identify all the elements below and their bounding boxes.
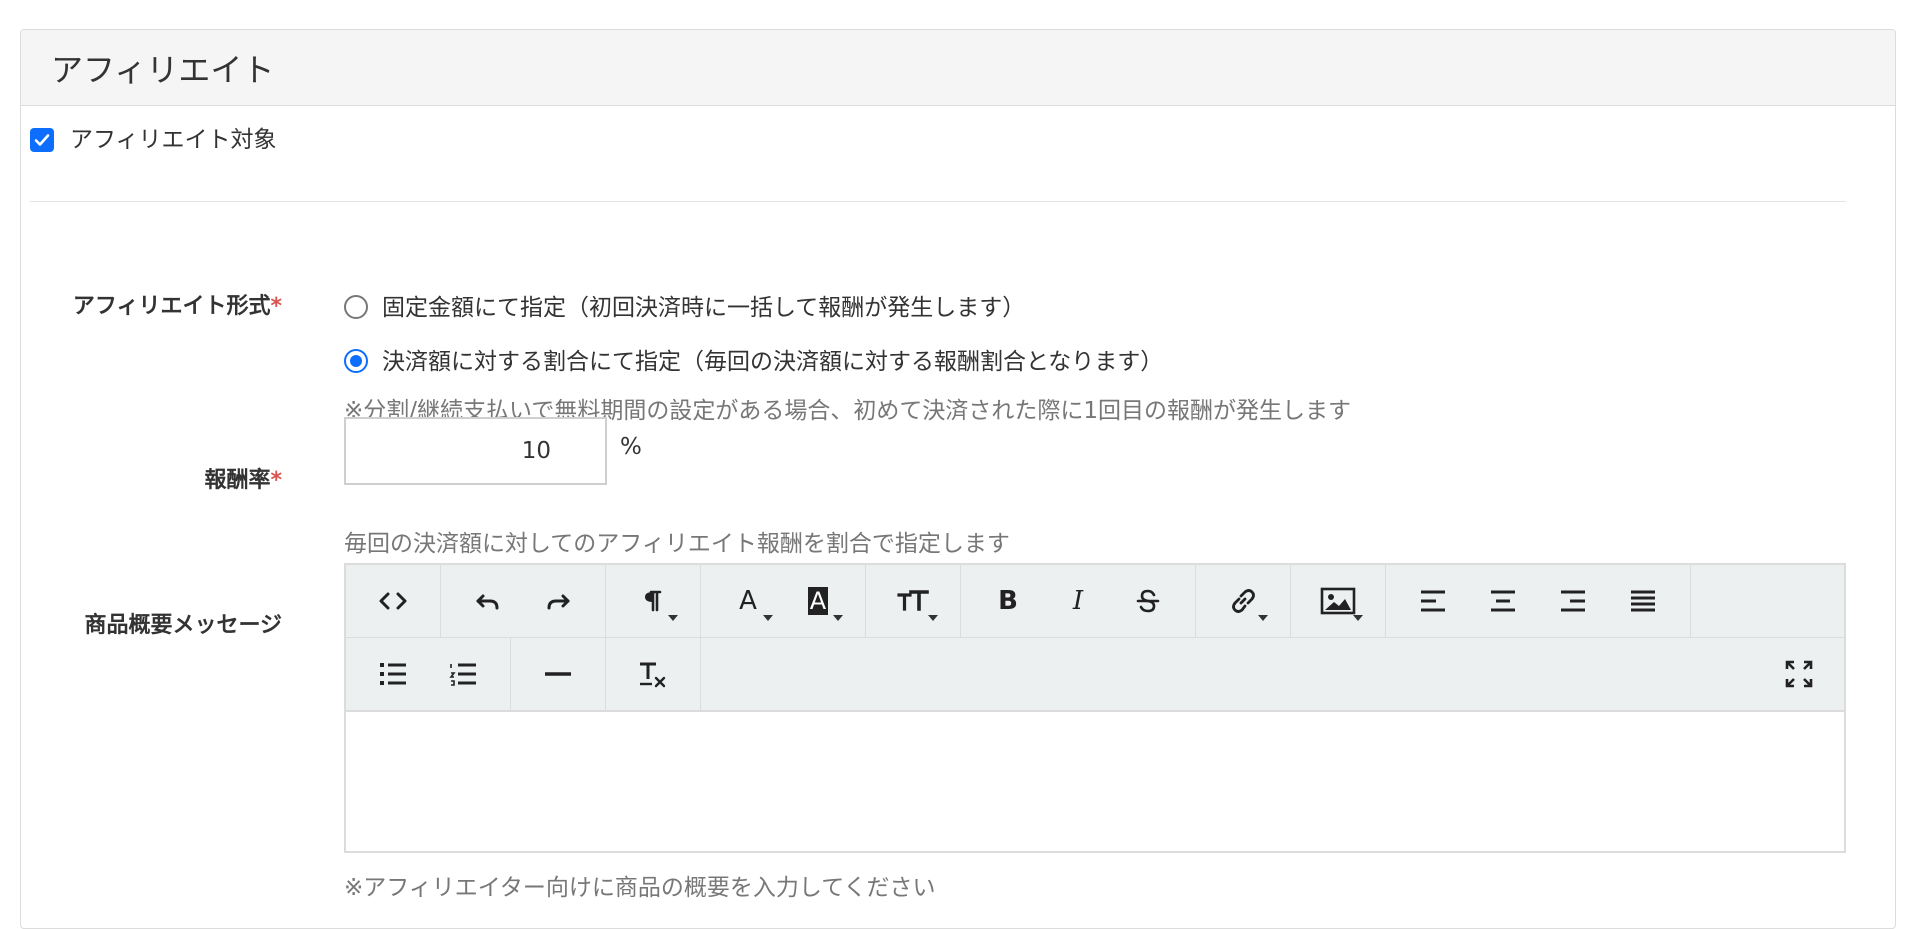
bold-button[interactable]: B (973, 565, 1043, 637)
clear-format-icon (640, 662, 666, 688)
required-mark: * (270, 468, 282, 493)
check-icon (34, 134, 50, 146)
fullscreen-icon (1785, 660, 1813, 688)
rich-text-editor: A A B I (344, 563, 1846, 853)
align-justify-icon (1631, 590, 1655, 612)
bold-icon: B (998, 586, 1018, 616)
reward-rate-help: 毎回の決済額に対してのアフィリエイト報酬を割合で指定します (344, 531, 1010, 557)
reward-rate-label: 報酬率* (0, 462, 282, 494)
horizontal-rule-icon (545, 672, 571, 676)
strikethrough-icon (1136, 589, 1160, 613)
radio-fixed-amount[interactable] (344, 295, 368, 319)
italic-icon: I (1072, 586, 1084, 616)
toolbar-row-2 (346, 637, 1844, 710)
radio-percentage-row[interactable]: 決済額に対する割合にて指定（毎回の決済額に対する報酬割合となります） (344, 342, 1163, 376)
toolbar-group-size (866, 565, 961, 637)
redo-icon (547, 594, 570, 610)
fullscreen-button[interactable] (1754, 638, 1844, 710)
panel-title: アフィリエイト (21, 30, 1895, 106)
radio-fixed-amount-label: 固定金額にて指定（初回決済時に一括して報酬が発生します） (382, 295, 1026, 321)
toolbar-group-view (346, 565, 441, 637)
dropdown-caret (833, 615, 843, 621)
affiliate-target-row[interactable]: アフィリエイト対象 (30, 120, 277, 154)
undo-button[interactable] (453, 565, 523, 637)
font-size-button[interactable] (878, 565, 948, 637)
align-left-icon (1421, 590, 1445, 612)
ordered-list-icon (449, 663, 476, 686)
link-button[interactable] (1208, 565, 1278, 637)
align-left-button[interactable] (1398, 565, 1468, 637)
align-center-button[interactable] (1468, 565, 1538, 637)
undo-icon (476, 594, 499, 610)
toolbar-group-paragraph (606, 565, 701, 637)
required-mark: * (270, 294, 282, 319)
font-color-icon: A (739, 586, 757, 616)
background-color-button[interactable]: A (783, 565, 853, 637)
strikethrough-button[interactable] (1113, 565, 1183, 637)
redo-button[interactable] (523, 565, 593, 637)
toolbar-group-image (1291, 565, 1386, 637)
unordered-list-icon (380, 663, 406, 685)
affiliate-type-label: アフィリエイト形式* (0, 288, 282, 320)
dropdown-caret (928, 615, 938, 621)
affiliate-target-checkbox[interactable] (30, 128, 54, 152)
toolbar-group-hr (511, 638, 606, 710)
dropdown-caret (1258, 615, 1268, 621)
product-message-label: 商品概要メッセージ (84, 613, 282, 638)
toolbar-group-history (441, 565, 606, 637)
affiliate-target-label: アフィリエイト対象 (70, 127, 277, 153)
editor-toolbar: A A B I (346, 565, 1844, 712)
dropdown-caret (763, 615, 773, 621)
product-message-help: ※アフィリエイター向けに商品の概要を入力してください (344, 875, 936, 901)
affiliate-type-label-text: アフィリエイト形式 (72, 294, 271, 319)
toolbar-group-list (346, 638, 511, 710)
code-view-icon (379, 592, 407, 610)
italic-button[interactable]: I (1043, 565, 1113, 637)
reward-rate-label-text: 報酬率 (204, 468, 271, 493)
radio-fixed-amount-row[interactable]: 固定金額にて指定（初回決済時に一括して報酬が発生します） (344, 288, 1025, 322)
editor-content-area[interactable] (346, 712, 1844, 822)
radio-percentage-label: 決済額に対する割合にて指定（毎回の決済額に対する報酬割合となります） (382, 349, 1164, 375)
unordered-list-button[interactable] (358, 638, 428, 710)
dropdown-caret (668, 615, 678, 621)
clear-format-button[interactable] (618, 638, 688, 710)
toolbar-group-clear (606, 638, 701, 710)
horizontal-rule-button[interactable] (523, 638, 593, 710)
background-color-icon: A (807, 587, 829, 615)
link-icon (1232, 589, 1255, 613)
toolbar-row-1: A A B I (346, 565, 1844, 637)
align-center-icon (1491, 590, 1515, 612)
toolbar-group-color: A A (701, 565, 866, 637)
toolbar-group-align (1386, 565, 1691, 637)
font-size-icon (897, 590, 929, 611)
dropdown-caret (1353, 615, 1363, 621)
reward-rate-unit: % (620, 434, 642, 460)
paragraph-style-button[interactable] (618, 565, 688, 637)
align-right-icon (1561, 590, 1585, 612)
toolbar-group-link (1196, 565, 1291, 637)
ordered-list-button[interactable] (428, 638, 498, 710)
image-button[interactable] (1303, 565, 1373, 637)
font-color-button[interactable]: A (713, 565, 783, 637)
image-icon (1320, 587, 1356, 615)
align-justify-button[interactable] (1608, 565, 1678, 637)
paragraph-style-icon (645, 590, 662, 612)
reward-rate-input[interactable]: 10 (344, 417, 607, 485)
code-view-button[interactable] (358, 565, 428, 637)
toolbar-group-style: B I (961, 565, 1196, 637)
divider (30, 201, 1846, 202)
radio-percentage[interactable] (344, 349, 368, 373)
align-right-button[interactable] (1538, 565, 1608, 637)
